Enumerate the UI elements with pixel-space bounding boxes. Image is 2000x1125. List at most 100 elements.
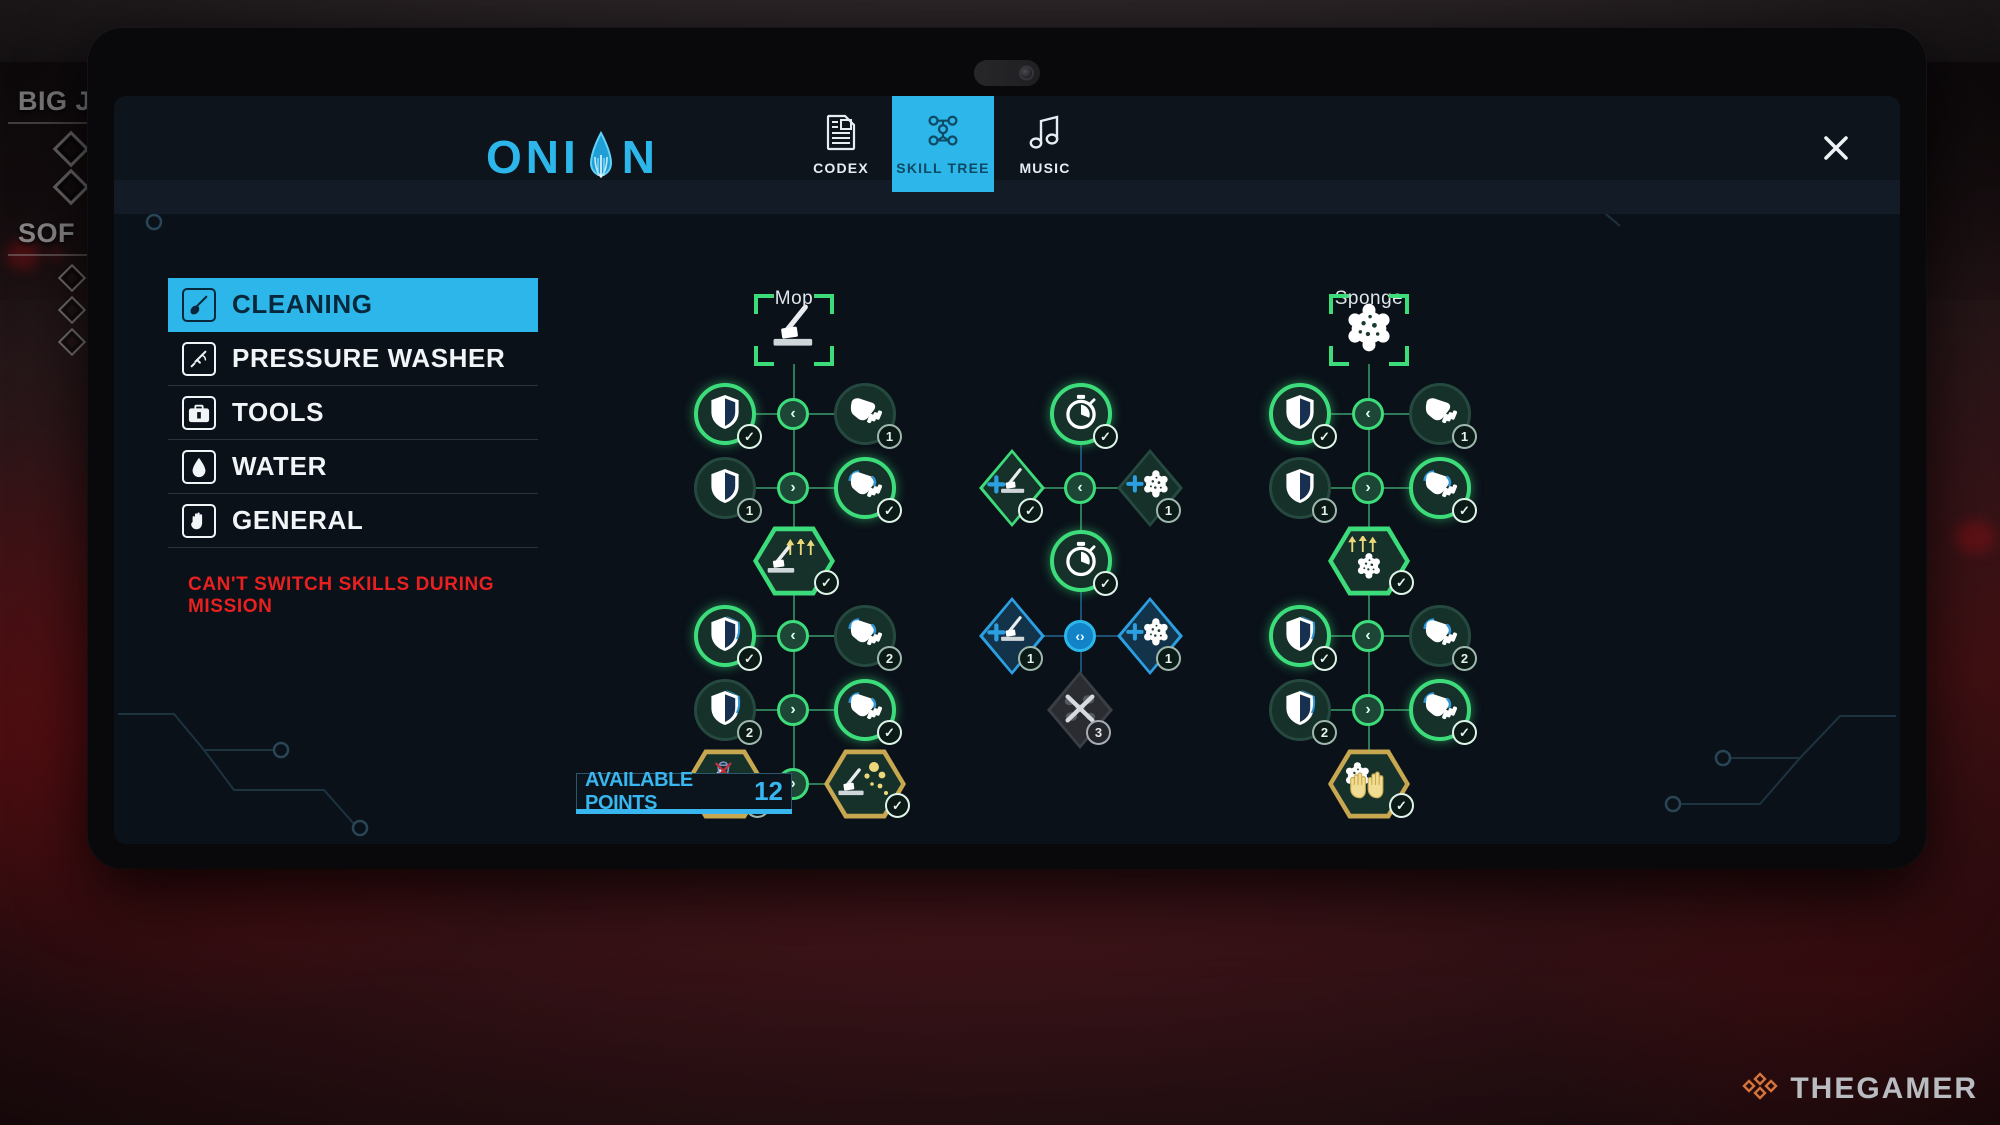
skill-sponge-speed-4[interactable]: ✓: [1409, 679, 1477, 745]
glove-icon: [846, 395, 884, 434]
available-points-label: AVAILABLE POINTS: [585, 768, 693, 814]
available-points-panel: AVAILABLE POINTS 12: [576, 769, 792, 814]
available-points-box: AVAILABLE POINTS 12: [576, 769, 792, 814]
shield-icon: [708, 467, 742, 510]
skill-water-mop-plus-2[interactable]: 1: [979, 597, 1045, 675]
status-badge-unlocked: ✓: [1018, 498, 1043, 523]
skill-mop-speed-4[interactable]: ✓: [834, 679, 902, 745]
connector-glyph: ‹: [790, 627, 796, 644]
skill-water-timer-1[interactable]: ✓: [1050, 383, 1118, 449]
skill-sponge-durability-1[interactable]: ✓: [1269, 383, 1337, 449]
cost-badge: 1: [877, 424, 902, 449]
tablet-device: ONI N CODEX SKILL TREE MUSIC CLEANING PR…: [88, 28, 1926, 868]
glove-icon: [846, 617, 884, 656]
status-badge-unlocked: ✓: [1389, 793, 1414, 818]
status-badge-unlocked: ✓: [1093, 424, 1118, 449]
connector-mop-2[interactable]: ›: [777, 472, 809, 504]
connector-glyph: ‹›: [1075, 628, 1085, 644]
status-badge-unlocked: ✓: [877, 720, 902, 745]
tablet-camera-icon: [974, 60, 1040, 86]
skill-sponge-durability-4[interactable]: 2: [1269, 679, 1337, 745]
status-badge-unlocked: ✓: [814, 570, 839, 595]
skill-mop-sparkle[interactable]: ✓: [824, 748, 910, 820]
cost-badge: 2: [877, 646, 902, 671]
skill-tree-canvas: Mop ✓ ‹ 1 1 › ✓ ✓ ✓ ‹ 2 2 › ✓ › ✓ ✓ ✓ ‹ …: [114, 96, 1900, 844]
sponge-icon: [1343, 303, 1395, 358]
skill-sponge-speed-2[interactable]: ✓: [1409, 457, 1477, 523]
skill-water-timer-2[interactable]: ✓: [1050, 530, 1118, 596]
skill-mop-durability-1[interactable]: ✓: [694, 383, 762, 449]
skill-sponge-speed-3[interactable]: 2: [1409, 605, 1477, 671]
sponge-root-node[interactable]: [1343, 302, 1395, 359]
glove-icon: [1421, 395, 1459, 434]
skill-water-debris-x[interactable]: 3: [1047, 671, 1113, 749]
cost-badge: 1: [1452, 424, 1477, 449]
glove-icon: [1421, 617, 1459, 656]
status-badge-unlocked: ✓: [1093, 571, 1118, 596]
status-badge-unlocked: ✓: [1312, 424, 1337, 449]
skill-mop-durability-3[interactable]: ✓: [694, 605, 762, 671]
glove-icon: [846, 469, 884, 508]
skill-water-sponge-plus-1[interactable]: 1: [1117, 449, 1183, 527]
skill-sponge-durability-2[interactable]: 1: [1269, 457, 1337, 523]
skill-water-sponge-plus-2[interactable]: 1: [1117, 597, 1183, 675]
connector-glyph: ‹: [1365, 405, 1371, 422]
connector-mop-4[interactable]: ›: [777, 694, 809, 726]
mop-root-node[interactable]: [766, 303, 822, 358]
shield-icon: [1283, 688, 1317, 732]
connector-sponge-1[interactable]: ‹: [1352, 398, 1384, 430]
connector-sponge-4[interactable]: ›: [1352, 694, 1384, 726]
glove-icon: [1421, 469, 1459, 508]
thegamer-watermark-text: THEGAMER: [1790, 1071, 1978, 1105]
connector-mop-1[interactable]: ‹: [777, 398, 809, 430]
cost-badge: 3: [1086, 720, 1111, 745]
shield-icon: [708, 614, 742, 658]
connector-mop-3[interactable]: ‹: [777, 620, 809, 652]
cost-badge: 2: [737, 720, 762, 745]
skill-sponge-durability-3[interactable]: ✓: [1269, 605, 1337, 671]
cost-badge: 1: [737, 498, 762, 523]
status-badge-unlocked: ✓: [1312, 646, 1337, 671]
status-badge-unlocked: ✓: [1452, 720, 1477, 745]
connector-water-1[interactable]: ‹: [1064, 472, 1096, 504]
shield-icon: [1283, 614, 1317, 658]
connector-glyph: ‹: [790, 405, 796, 422]
skill-water-mop-plus-1[interactable]: ✓: [979, 449, 1045, 527]
cost-badge: 1: [1156, 498, 1181, 523]
skill-mop-durability-2[interactable]: 1: [694, 457, 762, 523]
mop-icon: [766, 340, 822, 357]
cost-badge: 2: [1312, 720, 1337, 745]
skill-mop-speed-2[interactable]: ✓: [834, 457, 902, 523]
skill-sponge-speed-1[interactable]: 1: [1409, 383, 1477, 449]
shield-icon: [1283, 467, 1317, 510]
skill-sponge-upgrade-hex[interactable]: ✓: [1328, 525, 1414, 597]
shield-icon: [708, 688, 742, 732]
connector-glyph: ‹: [1365, 627, 1371, 644]
skill-mop-speed-3[interactable]: 2: [834, 605, 902, 671]
status-badge-unlocked: ✓: [737, 424, 762, 449]
shield-icon: [708, 393, 742, 436]
status-badge-unlocked: ✓: [737, 646, 762, 671]
glove-icon: [1421, 691, 1459, 730]
connector-sponge-3[interactable]: ‹: [1352, 620, 1384, 652]
status-badge-unlocked: ✓: [1389, 570, 1414, 595]
glove-icon: [846, 691, 884, 730]
stopwatch-icon: [1063, 539, 1099, 583]
skill-mop-durability-4[interactable]: 2: [694, 679, 762, 745]
skill-sponge-hands[interactable]: ✓: [1328, 748, 1414, 820]
available-points-value: 12: [754, 776, 783, 806]
cost-badge: 1: [1156, 646, 1181, 671]
connector-water-2[interactable]: ‹›: [1064, 620, 1096, 652]
skill-mop-speed-1[interactable]: 1: [834, 383, 902, 449]
status-badge-unlocked: ✓: [885, 793, 910, 818]
thegamer-logo-icon: [1742, 1068, 1779, 1109]
tablet-screen: ONI N CODEX SKILL TREE MUSIC CLEANING PR…: [114, 96, 1900, 844]
cost-badge: 1: [1312, 498, 1337, 523]
sponge-upgrade-icon: [1342, 534, 1396, 589]
connector-glyph: ‹: [1077, 479, 1083, 496]
connector-sponge-2[interactable]: ›: [1352, 472, 1384, 504]
skill-mop-upgrade-hex[interactable]: ✓: [753, 525, 839, 597]
stopwatch-icon: [1063, 392, 1099, 436]
thegamer-watermark: THEGAMER: [1742, 1068, 1978, 1109]
connector-glyph: ›: [790, 479, 796, 496]
